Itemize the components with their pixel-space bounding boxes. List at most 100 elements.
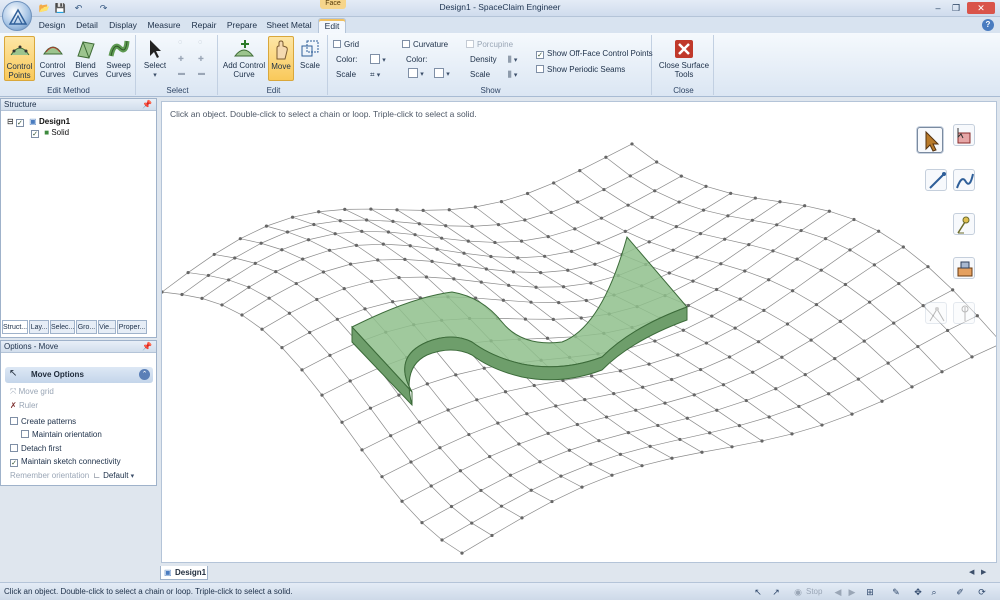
tree-solid-check-box[interactable]: ✓ [31,130,39,138]
collapse-icon[interactable]: ⊟ [7,117,14,126]
tab-properties[interactable]: Proper... [117,320,147,334]
control-point[interactable] [516,256,520,260]
tab-detail[interactable]: Detail [72,18,102,33]
control-point[interactable] [797,404,801,409]
control-point[interactable] [267,296,271,300]
control-point[interactable] [775,223,779,227]
control-point[interactable] [376,258,380,262]
control-point[interactable] [539,271,543,275]
control-point[interactable] [838,319,842,324]
open-icon[interactable]: 📂 [38,2,51,14]
move-grid-option[interactable]: ⤧ Move grid [10,386,54,398]
show-off-face-control-points[interactable]: ✓ Show Off-Face Control Points [536,48,653,59]
control-point[interactable] [408,244,412,248]
grid-color-picker[interactable]: ▾ [370,54,386,65]
control-point[interactable] [721,383,726,387]
control-point[interactable] [343,207,347,211]
control-point[interactable] [771,249,775,253]
control-point[interactable] [525,412,529,416]
control-point[interactable] [454,373,458,377]
control-point[interactable] [940,370,944,374]
control-point[interactable] [317,210,321,214]
control-point[interactable] [340,420,344,424]
control-point[interactable] [886,361,890,365]
control-point[interactable] [803,204,807,208]
control-point[interactable] [559,474,563,478]
control-point[interactable] [488,454,492,459]
control-point[interactable] [247,285,251,289]
control-point[interactable] [180,292,184,297]
control-point[interactable] [364,218,369,222]
control-point[interactable] [719,262,723,266]
control-point[interactable] [496,421,500,425]
control-point[interactable] [575,422,579,427]
stop-label[interactable]: Stop [806,587,822,596]
control-point[interactable] [850,412,854,416]
control-point[interactable] [733,326,737,330]
next-icon[interactable]: ▶ [846,586,858,598]
control-point[interactable] [677,200,681,204]
control-point[interactable] [312,222,316,227]
control-point[interactable] [767,278,771,282]
control-point[interactable] [656,423,660,428]
control-point[interactable] [369,207,373,211]
control-point[interactable] [452,277,456,281]
control-point[interactable] [628,174,632,178]
control-point[interactable] [599,216,604,220]
select-with-box-button[interactable] [953,124,975,146]
control-point[interactable] [440,236,444,240]
control-point[interactable] [814,302,819,307]
tab-selection[interactable]: Selec... [50,320,75,334]
control-point[interactable] [743,269,747,273]
tab-groups[interactable]: Gro... [76,320,97,334]
curvature-color-picker-2[interactable]: ▾ [434,68,450,79]
pull-tool-button[interactable] [953,257,975,279]
control-point[interactable] [695,255,699,259]
control-point[interactable] [698,231,703,236]
help-icon[interactable]: ? [982,19,994,31]
control-point[interactable] [545,336,550,340]
curvature-color-picker-1[interactable]: ▾ [408,68,424,79]
control-point[interactable] [747,242,751,247]
control-point[interactable] [655,160,659,164]
control-point[interactable] [634,408,638,412]
control-point[interactable] [926,265,930,269]
control-point[interactable] [543,254,547,258]
control-point[interactable] [457,263,461,267]
tab-design[interactable]: Design [36,18,68,33]
select-button[interactable]: Select ▾ [140,36,170,81]
stop-icon[interactable]: ◉ [792,586,804,598]
control-point[interactable] [704,341,709,345]
control-point[interactable] [700,450,704,454]
control-point[interactable] [532,383,536,388]
control-point[interactable] [648,444,652,448]
control-point[interactable] [597,439,601,443]
control-point[interactable] [238,237,242,241]
control-point[interactable] [790,289,795,293]
redo-icon[interactable]: ↷ [97,2,110,14]
control-curves-button[interactable]: Control Curves [37,36,68,81]
control-point[interactable] [360,229,364,233]
control-point[interactable] [499,199,504,204]
lasso-alt-icon[interactable]: ◌ [198,39,202,46]
control-point[interactable] [753,196,757,200]
tab-repair[interactable]: Repair [188,18,220,33]
control-point[interactable] [589,281,593,285]
control-point[interactable] [623,229,627,233]
control-point[interactable] [363,307,367,311]
control-point[interactable] [550,499,554,504]
control-point[interactable] [529,488,533,492]
control-point[interactable] [760,439,764,443]
control-point[interactable] [626,431,630,435]
control-point[interactable] [762,308,766,313]
control-point[interactable] [676,353,680,357]
control-point[interactable] [578,168,582,173]
control-point[interactable] [315,297,319,302]
control-point[interactable] [409,460,413,464]
control-point[interactable] [833,356,837,361]
control-point[interactable] [580,485,584,489]
show-off-face-check-box[interactable]: ✓ [536,51,544,59]
control-point[interactable] [391,300,395,304]
minimize-button[interactable]: – [930,2,946,14]
close-window-button[interactable]: ✕ [967,2,995,14]
